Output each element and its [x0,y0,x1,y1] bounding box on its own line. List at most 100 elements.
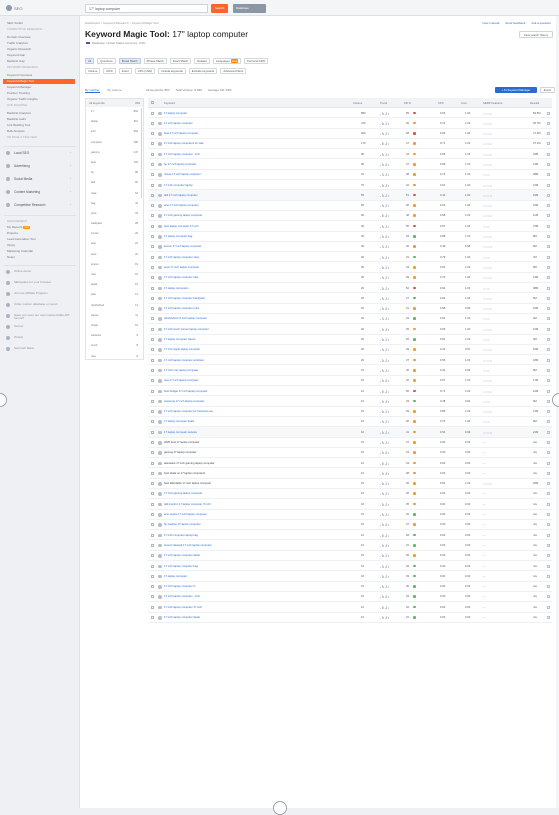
column-header[interactable]: Keyword [164,101,175,105]
group-row[interactable]: 17 894 [86,107,143,117]
add-keyword-icon[interactable] [158,399,162,404]
keyword-link[interactable]: dell inspiron 17 laptop computer i7 inch [164,503,211,506]
filter-chip[interactable]: Exclude keywords [188,68,218,74]
serp-features-icons[interactable]: ☆□☆□ [483,266,492,270]
keyword-link[interactable]: 17 inch computer laptop [164,184,193,187]
serp-features-icons[interactable]: ☆□☆ [483,317,490,321]
column-header[interactable]: CPC [438,101,444,105]
filter-chip[interactable]: Personal KD% [244,58,269,64]
serp-features-icons[interactable]: ☆□☆□ [483,235,492,239]
add-keyword-icon[interactable] [158,595,162,599]
row-checkbox[interactable] [151,183,154,187]
filter-chip[interactable]: Volume [85,68,101,74]
add-keyword-icon[interactable] [158,255,162,260]
serp-view-icon[interactable] [547,585,550,589]
top-link[interactable]: Send feedback [505,21,525,25]
row-checkbox[interactable] [151,399,154,403]
row-checkbox[interactable] [151,420,154,424]
serp-view-icon[interactable] [547,368,550,372]
add-keyword-icon[interactable] [158,193,162,198]
group-row[interactable]: touch 8 [86,341,143,351]
serp-view-icon[interactable] [547,173,550,177]
serp-view-icon[interactable] [547,410,550,414]
row-checkbox[interactable] [151,121,154,125]
sidebar-group[interactable]: Social Media [14,177,32,181]
serp-view-icon[interactable] [547,595,550,599]
serp-view-icon[interactable] [547,183,550,187]
row-checkbox[interactable] [151,441,154,444]
row-checkbox[interactable] [151,492,154,496]
serp-features-icons[interactable]: ☆□☆□ [483,112,492,116]
keyword-link[interactable]: 17 inch laptop computers for sale [164,142,204,145]
serp-view-icon[interactable] [547,255,550,259]
add-keyword-icon[interactable] [158,502,162,507]
group-row[interactable]: new 8 [86,352,143,362]
serp-features-icons[interactable]: — [483,492,486,495]
serp-features-icons[interactable]: ☆□☆□ [483,297,492,301]
serp-view-icon[interactable] [547,379,550,383]
keyword-link[interactable]: cheap 17 inch laptop computer [164,173,201,176]
group-row[interactable]: backpack 28 [86,219,143,229]
row-checkbox[interactable] [151,358,154,362]
sidebar-group[interactable]: Local SEO [14,151,29,155]
group-row[interactable]: cheap 10 [86,321,143,331]
serp-features-icons[interactable]: ☆□☆□ [483,132,492,136]
add-keyword-icon[interactable] [158,379,162,383]
keyword-link[interactable]: 17 laptop computer reviews [164,431,197,434]
serp-features-icons[interactable]: ☆□☆□ [483,184,492,188]
keyword-link[interactable]: 17 laptop computer bag [164,235,192,238]
add-keyword-icon[interactable] [158,585,162,589]
row-checkbox[interactable] [151,296,154,300]
scroll-handle-bottom[interactable] [273,801,287,815]
add-keyword-icon[interactable] [158,111,162,115]
keyword-link[interactable]: 17 laptop computer [164,575,187,578]
group-row[interactable]: price 33 [86,209,143,219]
add-keyword-icon[interactable] [158,204,162,208]
sidebar-footer-link[interactable]: Prowly [14,335,74,339]
serp-view-icon[interactable] [547,162,550,166]
keyword-link[interactable]: 17 inch laptop computer deals [164,554,200,557]
add-keyword-icon[interactable] [158,461,162,466]
row-checkbox[interactable] [151,307,154,311]
add-keyword-icon[interactable] [158,492,162,496]
add-keyword-icon[interactable] [158,286,162,291]
scroll-handle-right[interactable] [552,393,559,407]
serp-view-icon[interactable] [547,132,550,136]
serp-view-icon[interactable] [547,193,550,197]
serp-features-icons[interactable]: — [483,606,486,609]
group-tab[interactable]: By number [85,88,100,93]
row-checkbox[interactable] [151,142,154,146]
group-row[interactable]: acer 22 [86,239,143,249]
serp-view-icon[interactable] [547,554,550,558]
sidebar-footer-link[interactable]: SEOquake for your browser [14,280,74,284]
serp-view-icon[interactable] [547,121,550,125]
row-checkbox[interactable] [151,132,154,136]
serp-view-icon[interactable] [547,224,550,228]
sidebar-management-item[interactable]: Lead Generation Tool [7,237,36,241]
serp-features-icons[interactable]: ☆□☆□ [483,142,492,146]
serp-view-icon[interactable] [547,543,550,547]
sidebar-management-item[interactable]: Marketing Calendar [7,249,33,253]
row-checkbox[interactable] [151,204,154,208]
row-checkbox[interactable] [151,173,154,177]
add-keyword-icon[interactable] [158,173,162,177]
serp-features-icons[interactable]: — [483,544,486,547]
serp-view-icon[interactable] [547,152,550,156]
serp-view-icon[interactable] [547,533,550,537]
chevron-right-icon[interactable]: › [70,202,71,206]
keyword-link[interactable]: 17 inch touch screen laptop computer [164,328,209,331]
group-row[interactable]: screen 26 [86,229,143,239]
serp-features-icons[interactable]: ☆□☆ [483,225,490,229]
add-keyword-icon[interactable] [158,162,162,167]
serp-view-icon[interactable] [547,420,550,424]
row-checkbox[interactable] [151,410,154,414]
group-row[interactable]: lenovo 19 [86,260,143,270]
keyword-link[interactable]: 17 inch gaming laptop computer [164,214,202,217]
serp-view-icon[interactable] [547,451,550,455]
add-keyword-icon[interactable] [158,616,162,620]
keyword-link[interactable]: 17 inch laptop computer windows [164,359,204,362]
serp-features-icons[interactable]: ☆□☆□ [483,431,492,435]
serp-view-icon[interactable] [547,276,550,280]
sidebar-item[interactable]: Link Building Tool [7,123,30,127]
sidebar-item[interactable]: Position Tracking [7,91,30,95]
